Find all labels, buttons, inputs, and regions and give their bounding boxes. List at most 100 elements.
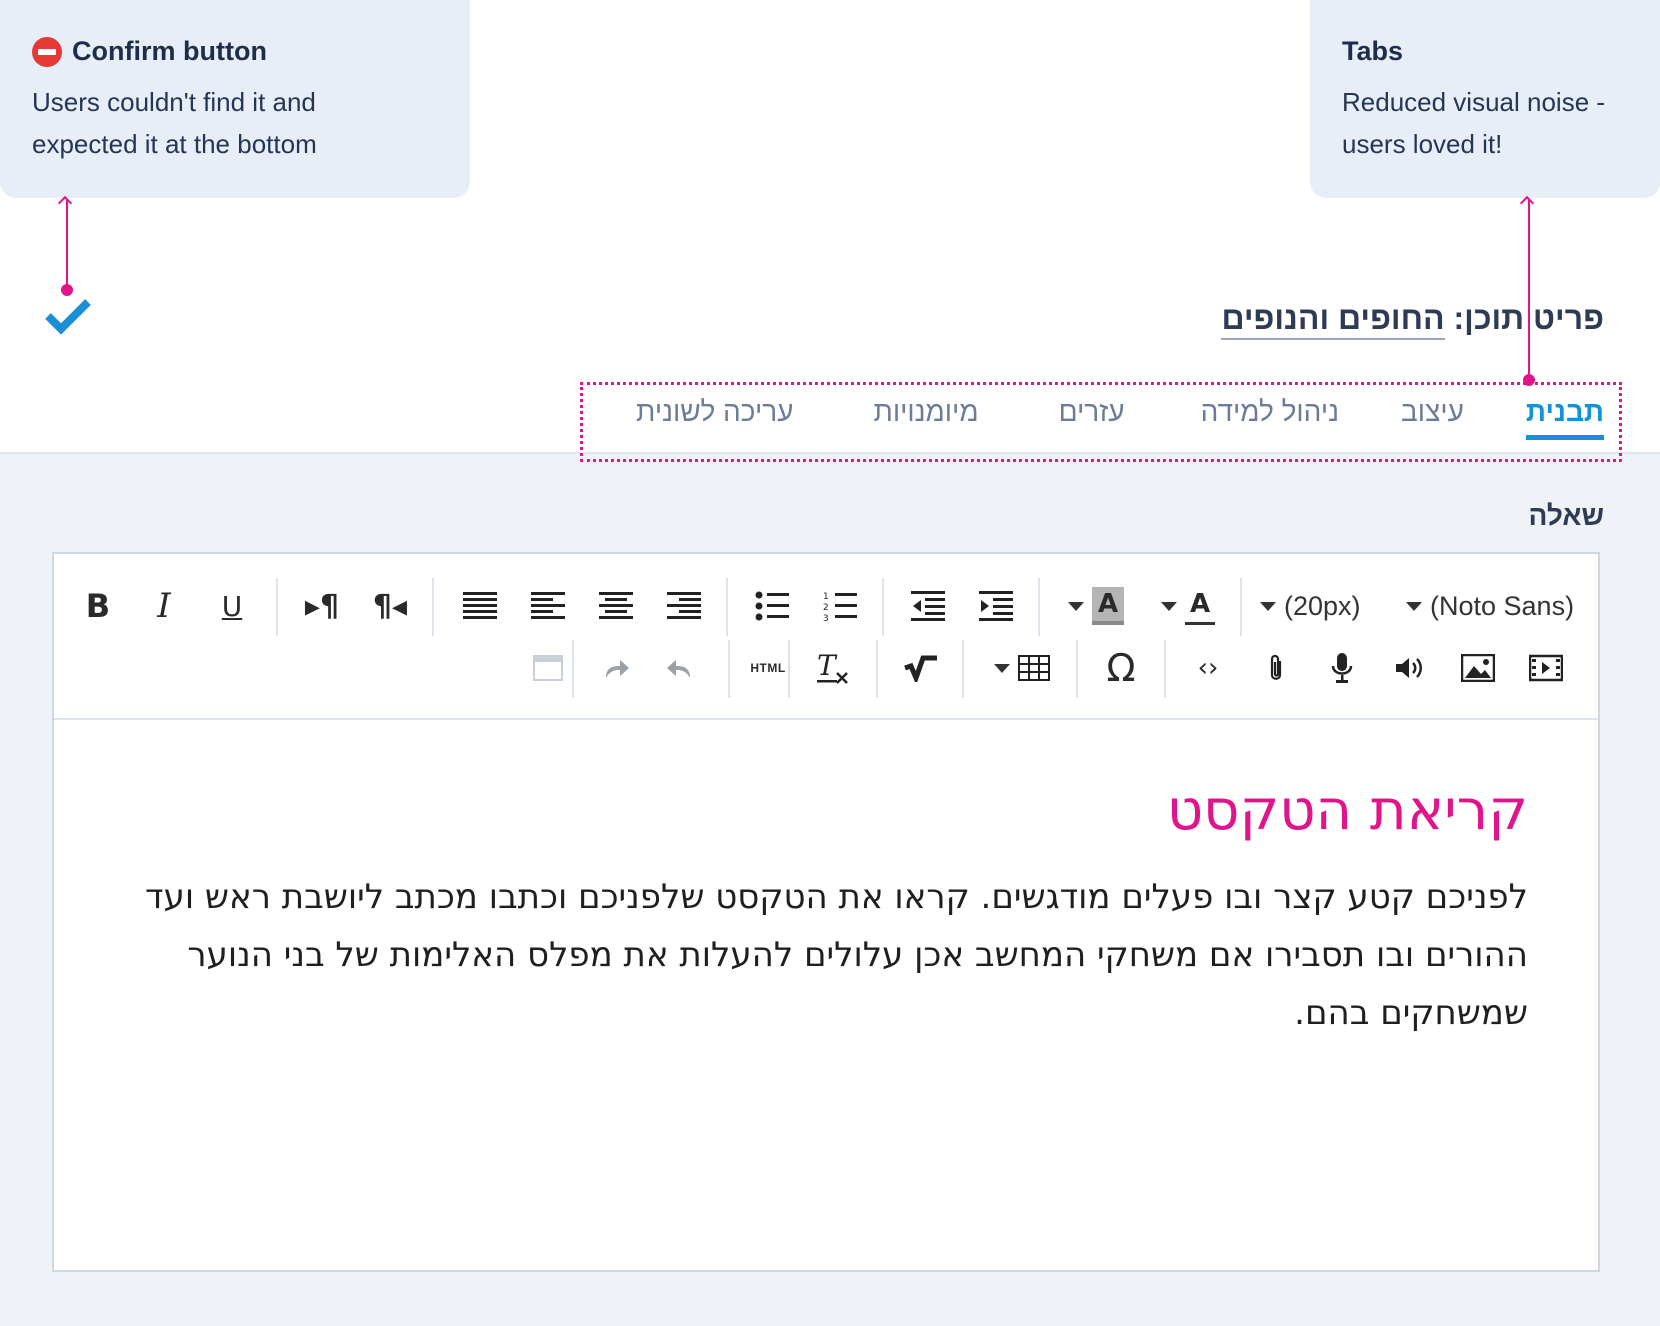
align-left-button[interactable] bbox=[526, 578, 570, 634]
svg-text:3: 3 bbox=[823, 614, 829, 622]
insert-audio-button[interactable] bbox=[1388, 640, 1432, 696]
editor-content-area[interactable]: קריאת הטקסט לפניכם קטע קצר ובו פעלים מוד… bbox=[54, 720, 1598, 1270]
toolbar-separator bbox=[728, 640, 730, 698]
clear-formatting-icon: T bbox=[817, 651, 848, 684]
numbered-list-button[interactable]: 123 bbox=[818, 578, 862, 634]
table-icon bbox=[1018, 655, 1050, 681]
table-dropdown[interactable] bbox=[986, 640, 1058, 696]
bullet-list-icon bbox=[755, 591, 789, 621]
html-icon: HTML bbox=[750, 661, 786, 675]
toolbar-separator bbox=[1038, 578, 1040, 636]
confirm-connector-arrow bbox=[57, 195, 73, 296]
insert-image-button[interactable] bbox=[1456, 640, 1500, 696]
toolbar-separator bbox=[726, 578, 728, 636]
checkmark-icon bbox=[45, 299, 91, 335]
redo-icon bbox=[606, 660, 629, 678]
ltr-paragraph-icon: ▸¶ bbox=[304, 588, 340, 624]
rtl-direction-button[interactable]: ¶◂ bbox=[366, 578, 414, 634]
connector-dot bbox=[61, 284, 73, 296]
toolbar-separator bbox=[882, 578, 884, 636]
svg-text:1: 1 bbox=[823, 592, 829, 602]
page-title-prefix: פריט תוכן: bbox=[1453, 300, 1605, 336]
undo-button[interactable] bbox=[658, 640, 702, 696]
font-family-dropdown[interactable]: (Noto Sans) bbox=[1406, 578, 1586, 634]
toolbar-separator bbox=[432, 578, 434, 636]
content-paragraph: לפניכם קטע קצר ובו פעלים מודגשים. קראו א… bbox=[145, 877, 1528, 1033]
outdent-button[interactable] bbox=[906, 578, 950, 634]
callout-confirm-line2: expected it at the bottom bbox=[32, 129, 317, 159]
highlight-color-icon: A bbox=[1092, 587, 1124, 625]
question-label: שאלה bbox=[1528, 500, 1604, 531]
callout-tabs: Tabs Reduced visual noise - users loved … bbox=[1310, 0, 1660, 198]
window-icon bbox=[533, 655, 563, 681]
caret-down-icon bbox=[1260, 601, 1276, 611]
attachment-button[interactable] bbox=[1254, 640, 1298, 696]
insert-video-button[interactable] bbox=[1524, 640, 1568, 696]
outdent-icon bbox=[911, 591, 945, 621]
highlight-color-dropdown[interactable]: A bbox=[1056, 578, 1136, 634]
page-title: פריט תוכן: החופים והנופים bbox=[1221, 300, 1605, 340]
code-brackets-icon: ‹› bbox=[1197, 653, 1219, 683]
speaker-icon bbox=[1396, 658, 1422, 678]
align-center-button[interactable] bbox=[594, 578, 638, 634]
toolbar-separator bbox=[572, 640, 574, 698]
text-color-dropdown[interactable]: A bbox=[1150, 578, 1226, 634]
indent-icon bbox=[979, 591, 1013, 621]
underline-icon: U bbox=[221, 589, 243, 623]
callout-title-row: Confirm button bbox=[32, 36, 438, 67]
tabs-highlight-outline bbox=[580, 382, 1622, 462]
no-entry-icon bbox=[32, 36, 62, 67]
text-color-icon: A bbox=[1185, 587, 1215, 625]
underline-button[interactable]: U bbox=[210, 578, 254, 634]
callout-tabs-line1: Reduced visual noise - bbox=[1342, 87, 1606, 117]
toolbar-separator bbox=[962, 640, 964, 698]
tabs-connector-arrow bbox=[1519, 195, 1535, 386]
bullet-list-button[interactable] bbox=[750, 578, 794, 634]
toolbar-separator bbox=[1076, 640, 1078, 698]
callout-tabs-line2: users loved it! bbox=[1342, 129, 1503, 159]
redo-button[interactable] bbox=[594, 640, 638, 696]
callout-confirm-body: Users couldn't find it and expected it a… bbox=[32, 81, 438, 165]
omega-icon: Ω bbox=[1106, 646, 1136, 690]
rich-text-editor: B I U ▸¶ ¶◂ 1 2 3 A A (20px) (Noto Sans)… bbox=[52, 552, 1600, 1272]
svg-text:2: 2 bbox=[823, 603, 829, 613]
confirm-button[interactable] bbox=[44, 296, 92, 336]
rtl-paragraph-icon: ¶◂ bbox=[372, 588, 408, 624]
embed-code-button[interactable]: ‹› bbox=[1186, 640, 1230, 696]
callout-title-row: Tabs bbox=[1342, 36, 1628, 67]
toolbar-separator bbox=[276, 578, 278, 636]
justify-button[interactable] bbox=[458, 578, 502, 634]
square-root-icon bbox=[904, 655, 937, 682]
callout-confirm-line1: Users couldn't find it and bbox=[32, 87, 316, 117]
caret-down-icon bbox=[1068, 601, 1084, 611]
font-size-dropdown[interactable]: (20px) bbox=[1260, 578, 1386, 634]
special-character-button[interactable]: Ω bbox=[1096, 640, 1146, 696]
ltr-direction-button[interactable]: ▸¶ bbox=[298, 578, 346, 634]
italic-button[interactable]: I bbox=[142, 578, 186, 634]
svg-text:T: T bbox=[817, 651, 838, 682]
toolbar-row-1: B I U ▸¶ ¶◂ 1 2 3 A A (20px) (Noto Sans) bbox=[54, 578, 1598, 636]
callout-tabs-title: Tabs bbox=[1342, 36, 1404, 66]
callout-confirm-button: Confirm button Users couldn't find it an… bbox=[0, 0, 470, 198]
bold-button[interactable]: B bbox=[76, 578, 120, 634]
editor-toolbar: B I U ▸¶ ¶◂ 1 2 3 A A (20px) (Noto Sans)… bbox=[54, 554, 1598, 720]
microphone-icon bbox=[1331, 653, 1353, 683]
callout-tabs-body: Reduced visual noise - users loved it! bbox=[1342, 81, 1628, 165]
font-size-value: (20px) bbox=[1284, 590, 1361, 621]
content-heading: קריאת הטקסט bbox=[1166, 778, 1528, 843]
align-right-button[interactable] bbox=[662, 578, 706, 634]
toolbar-separator bbox=[1240, 578, 1242, 636]
record-audio-button[interactable] bbox=[1320, 640, 1364, 696]
font-family-value: (Noto Sans) bbox=[1430, 590, 1575, 621]
clear-formatting-button[interactable]: T bbox=[808, 640, 858, 696]
align-right-icon bbox=[667, 592, 701, 619]
caret-down-icon bbox=[1161, 601, 1177, 611]
math-equation-button[interactable] bbox=[896, 640, 946, 696]
toolbar-separator bbox=[788, 640, 790, 698]
toolbar-separator bbox=[876, 640, 878, 698]
paperclip-icon bbox=[1270, 654, 1282, 680]
fullscreen-button[interactable] bbox=[526, 640, 570, 696]
undo-icon bbox=[667, 660, 690, 678]
content-item-link[interactable]: החופים והנופים bbox=[1221, 300, 1445, 340]
indent-button[interactable] bbox=[974, 578, 1018, 634]
